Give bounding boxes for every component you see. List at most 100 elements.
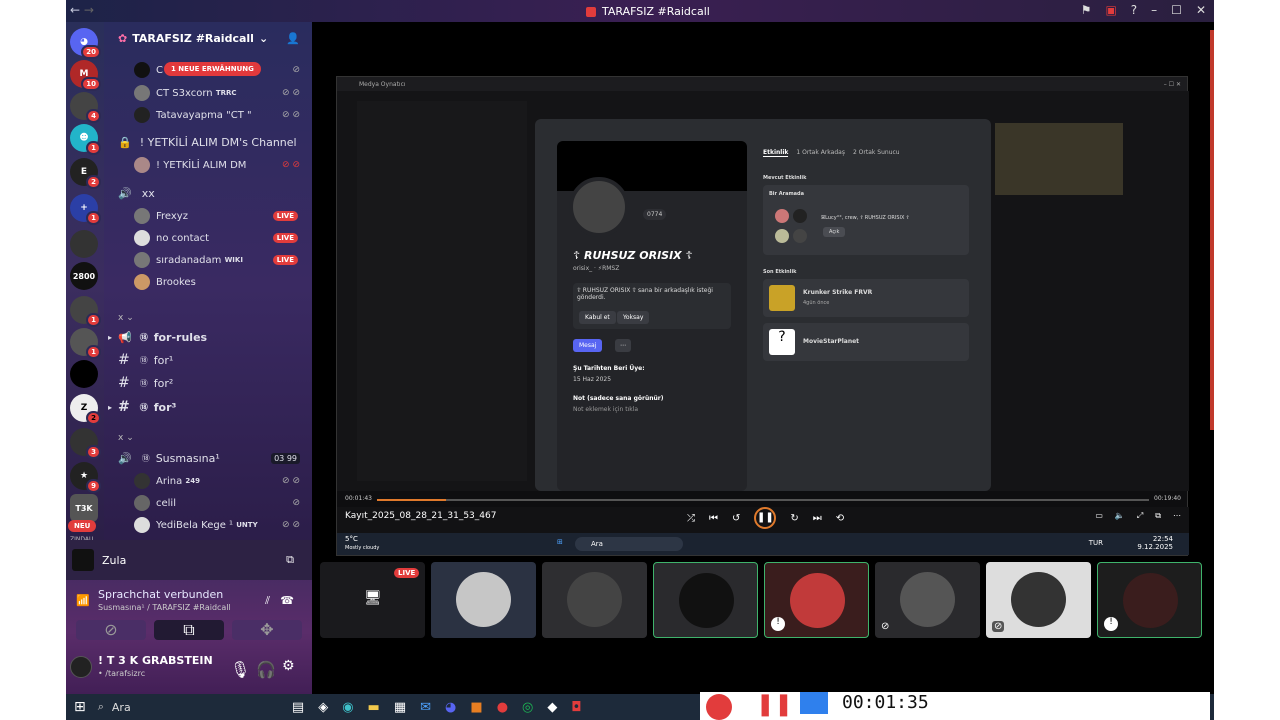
- participant-tile[interactable]: ⊘: [875, 562, 980, 638]
- screen-share-icon[interactable]: ▣: [1105, 3, 1116, 17]
- server-icon[interactable]: 1: [70, 328, 101, 359]
- pause-record-icon[interactable]: ❚❚: [756, 692, 793, 717]
- voice-user[interactable]: CT S3xcorn TRRC ⊘ ⊘: [134, 83, 312, 103]
- more-button[interactable]: ⋯: [615, 339, 631, 352]
- tab-mutual-friends[interactable]: 1 Ortak Arkadaş: [796, 149, 845, 157]
- server-icon-tsk[interactable]: T3K: [70, 494, 98, 522]
- channel-for1[interactable]: # ⑱ for¹: [118, 350, 326, 370]
- server-icon-blue[interactable]: ☻ 1: [70, 124, 101, 155]
- monitor-record-icon[interactable]: [800, 692, 828, 714]
- help-icon[interactable]: ?: [1131, 3, 1137, 17]
- tab-mutual-servers[interactable]: 2 Ortak Sunucu: [853, 149, 900, 157]
- copilot-icon[interactable]: ◈: [318, 700, 328, 715]
- discord-home-icon[interactable]: ◕ 20: [70, 28, 101, 59]
- tab-activity[interactable]: Etkinlik: [763, 149, 789, 157]
- new-mention-pill[interactable]: 1 NEUE ERWÄHNUNG: [164, 62, 261, 76]
- settings-gear-icon[interactable]: ⚙: [282, 658, 295, 674]
- fullscreen-icon[interactable]: ⤢: [1137, 511, 1143, 521]
- forward-icon[interactable]: ↻: [790, 513, 798, 524]
- server-icon-e[interactable]: E2: [70, 158, 101, 189]
- seek-bar[interactable]: 00:01:43 00:19:40: [337, 493, 1189, 507]
- add-member-icon[interactable]: 👤: [286, 32, 300, 45]
- voice-channel-xx[interactable]: 🔊 xx: [118, 183, 326, 203]
- channel-for3[interactable]: ▸ # ⑱ for³: [108, 397, 316, 417]
- server-icon[interactable]: [70, 360, 98, 388]
- voice-user[interactable]: Frexyz LIVE: [134, 206, 312, 226]
- volume-icon[interactable]: 🔈: [1115, 511, 1125, 521]
- user-info[interactable]: ! T 3 K GRABSTEIN • /tarafsizrc: [70, 654, 230, 684]
- task-view-icon[interactable]: ▤: [292, 700, 304, 715]
- new-server-badge[interactable]: NEU: [68, 520, 97, 532]
- noise-suppression-icon[interactable]: ⫽: [265, 594, 270, 608]
- voice-user[interactable]: YediBela Kege ¹ UNTY ⊘ ⊘: [134, 515, 312, 535]
- server-icon[interactable]: +1: [70, 194, 101, 225]
- voice-channel-susmasina[interactable]: 🔊 ⑱ Susmasına¹ 03 99: [118, 448, 312, 468]
- stream-popout-icon[interactable]: ⧉: [286, 553, 294, 567]
- app-icon[interactable]: ◘: [571, 700, 581, 715]
- back-arrow-icon[interactable]: ←: [70, 3, 80, 17]
- participant-tile[interactable]: !: [764, 562, 869, 638]
- category-header[interactable]: x ⌄: [118, 428, 326, 448]
- activities-icon[interactable]: ✥: [232, 620, 302, 640]
- windows-start-icon[interactable]: ⊞: [74, 699, 86, 715]
- voice-user[interactable]: Arina 249 ⊘ ⊘: [134, 471, 312, 491]
- stop-record-icon[interactable]: [706, 694, 732, 720]
- participant-tile[interactable]: [431, 562, 536, 638]
- accept-button[interactable]: Kabul et: [579, 311, 616, 324]
- channel-for2[interactable]: # ⑱ for²: [118, 373, 326, 393]
- next-icon[interactable]: ⏭: [813, 513, 822, 524]
- discord-icon[interactable]: ◕: [445, 700, 456, 715]
- note-input[interactable]: Not eklemek için tıkla: [573, 406, 638, 413]
- participant-tile[interactable]: [653, 562, 758, 638]
- voice-user[interactable]: ! YETKİLİ ALIM DM ⊘ ⊘: [134, 155, 312, 175]
- app-icon[interactable]: ◆: [547, 700, 557, 715]
- store-icon[interactable]: ▦: [394, 700, 406, 715]
- pause-icon[interactable]: ❚❚: [754, 507, 777, 529]
- server-icon-star[interactable]: ★ 9: [70, 462, 101, 493]
- recorder-icon[interactable]: ●: [497, 700, 508, 715]
- server-icon-m[interactable]: M 10: [70, 60, 101, 91]
- voice-user[interactable]: Brookes: [134, 272, 312, 292]
- participant-tile[interactable]: !: [1097, 562, 1202, 638]
- recent-game[interactable]: ? MovieStarPlanet: [763, 323, 969, 361]
- maximize-icon[interactable]: ☐: [1171, 3, 1182, 17]
- server-icon[interactable]: [70, 230, 98, 258]
- screen-share-icon[interactable]: ⧉: [154, 620, 224, 640]
- close-icon[interactable]: ✕: [1196, 3, 1206, 17]
- server-icon[interactable]: 4: [70, 92, 101, 123]
- shuffle-icon[interactable]: ⤮: [687, 513, 695, 524]
- file-explorer-icon[interactable]: ▬: [368, 700, 380, 715]
- voice-user[interactable]: celil ⊘: [134, 493, 312, 513]
- inner-search[interactable]: Ara: [575, 537, 683, 551]
- minimize-icon[interactable]: –: [1151, 3, 1157, 17]
- spotify-icon[interactable]: ◎: [522, 700, 533, 715]
- voice-user[interactable]: sıradanadam WIKI LIVE: [134, 250, 312, 270]
- edge-icon[interactable]: ◉: [342, 700, 353, 715]
- camera-off-icon[interactable]: ⊘: [76, 620, 146, 640]
- miniplayer-icon[interactable]: ⧉: [1155, 511, 1161, 521]
- headphones-icon[interactable]: 🎧: [256, 660, 276, 679]
- server-header[interactable]: ✿ TARAFSIZ #Raidcall ⌄: [118, 32, 268, 45]
- previous-icon[interactable]: ⏮: [709, 513, 718, 524]
- flag-icon[interactable]: ⚑: [1081, 3, 1092, 17]
- voice-user[interactable]: no contact LIVE: [134, 228, 312, 248]
- channel-dm-locked[interactable]: 🔒! YETKİLİ ALIM DM's Channel: [118, 132, 326, 152]
- server-icon[interactable]: 1: [70, 296, 101, 327]
- more-icon[interactable]: ⋯: [1173, 511, 1181, 521]
- taskbar-search[interactable]: Ara: [112, 701, 262, 714]
- mail-icon[interactable]: ✉: [420, 700, 431, 715]
- app-icon[interactable]: ■: [470, 700, 482, 715]
- category-header[interactable]: x ⌄: [118, 308, 326, 328]
- participant-tile[interactable]: ⊘: [986, 562, 1091, 638]
- microphone-icon[interactable]: 🎙: [230, 660, 250, 679]
- stream-tile[interactable]: LIVE 🖥: [320, 562, 425, 638]
- stream-preview[interactable]: Zula ⧉: [66, 540, 312, 580]
- caption-icon[interactable]: ▭: [1095, 511, 1103, 521]
- server-icon[interactable]: 3: [70, 428, 101, 459]
- voice-user[interactable]: Tatavayapma "CT " ⊘ ⊘: [134, 105, 312, 125]
- message-button[interactable]: Mesaj: [573, 339, 603, 352]
- open-call-button[interactable]: Açık: [823, 227, 846, 237]
- channel-for-rules[interactable]: ▸ 📢 ⑱ for-rules: [108, 327, 316, 347]
- server-icon-2800[interactable]: 2800: [70, 262, 98, 290]
- forward-arrow-icon[interactable]: →: [84, 3, 94, 17]
